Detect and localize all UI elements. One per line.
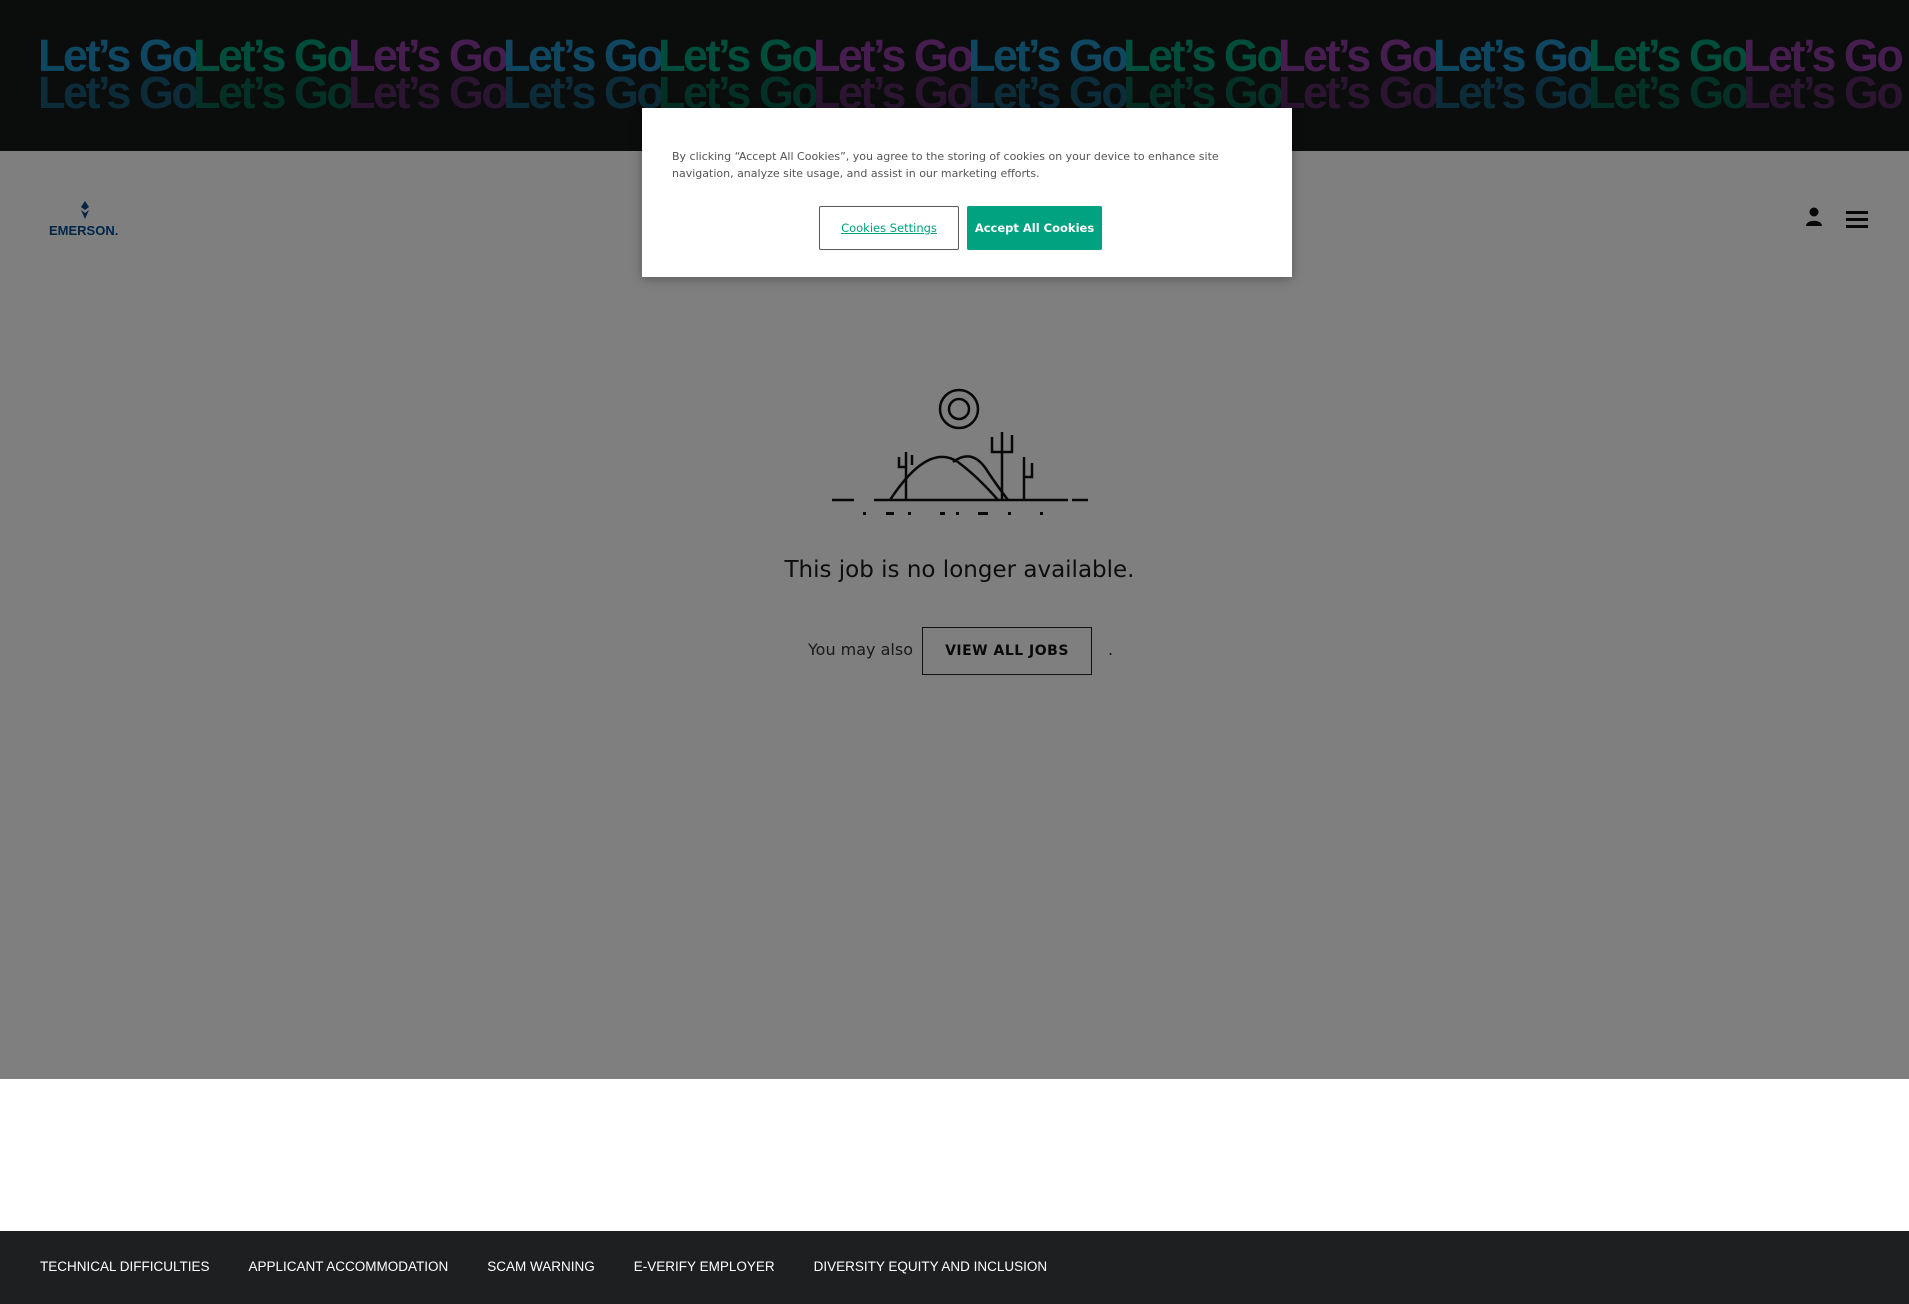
site-footer: TECHNICAL DIFFICULTIES APPLICANT ACCOMMO… <box>0 1231 1909 1304</box>
cookies-settings-button[interactable]: Cookies Settings <box>819 206 959 250</box>
footer-link-scam-warning[interactable]: SCAM WARNING <box>487 1259 595 1274</box>
footer-link-technical-difficulties[interactable]: TECHNICAL DIFFICULTIES <box>40 1259 210 1274</box>
cookie-consent-dialog: By clicking “Accept All Cookies”, you ag… <box>642 108 1292 277</box>
accept-all-cookies-button[interactable]: Accept All Cookies <box>967 206 1102 250</box>
footer-link-diversity-equity-inclusion[interactable]: DIVERSITY EQUITY AND INCLUSION <box>814 1259 1048 1274</box>
footer-link-applicant-accommodation[interactable]: APPLICANT ACCOMMODATION <box>249 1259 449 1274</box>
footer-link-e-verify-employer[interactable]: E-VERIFY EMPLOYER <box>634 1259 775 1274</box>
footer-links: TECHNICAL DIFFICULTIES APPLICANT ACCOMMO… <box>40 1259 1047 1274</box>
cookie-consent-text: By clicking “Accept All Cookies”, you ag… <box>672 150 1219 180</box>
